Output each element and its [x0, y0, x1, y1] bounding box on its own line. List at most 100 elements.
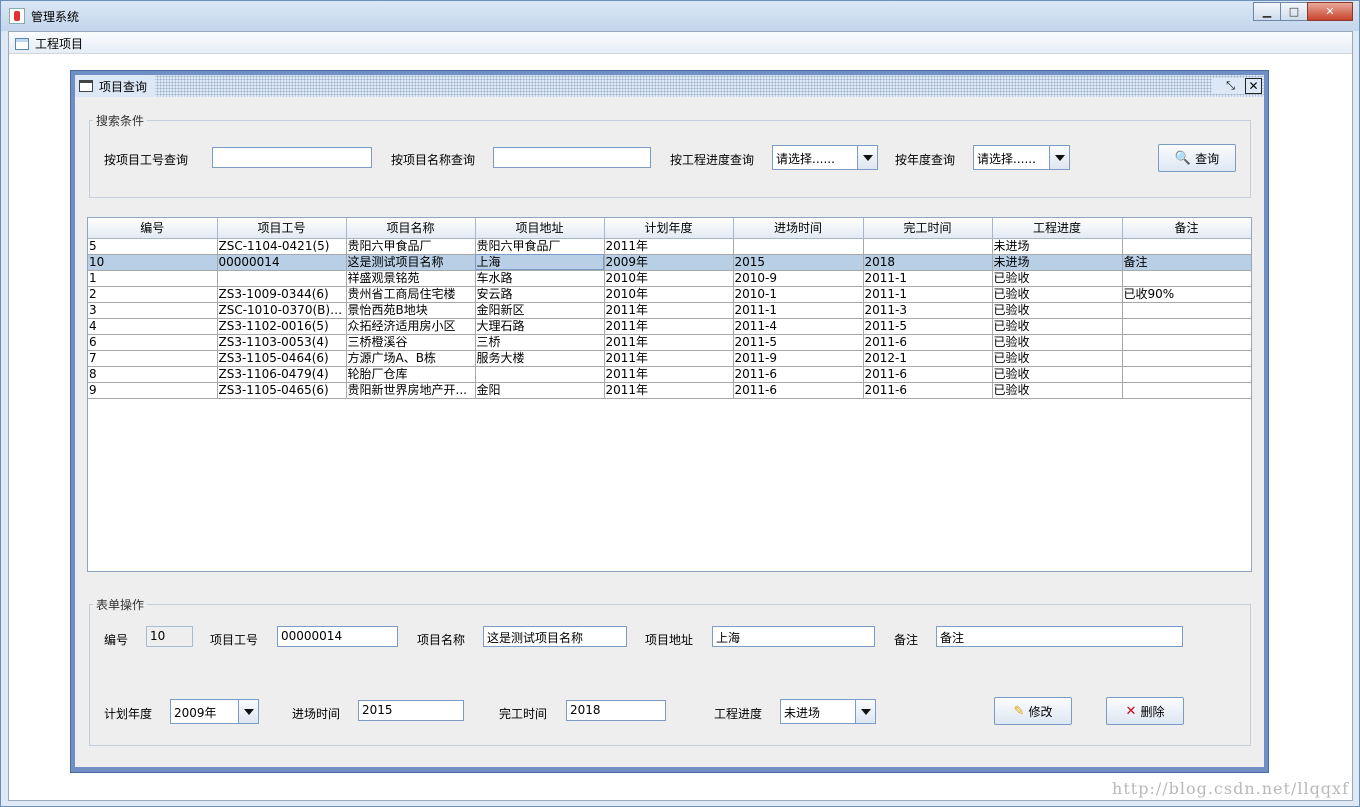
table-cell[interactable]: 已验收 [992, 366, 1123, 383]
table-cell[interactable]: 2015 [733, 254, 864, 271]
table-cell[interactable]: 已验收 [992, 318, 1123, 335]
table-cell[interactable]: 祥盛观景铭苑 [346, 270, 476, 287]
table-cell[interactable]: 2011-6 [733, 366, 864, 383]
column-header[interactable]: 备注 [1122, 218, 1251, 239]
table-cell[interactable]: ZS3-1105-0464(6) [217, 350, 347, 367]
table-cell[interactable] [1122, 382, 1251, 399]
table-cell[interactable]: 未进场 [992, 254, 1123, 271]
table-cell[interactable]: ZSC-1010-0370(B)(5... [217, 302, 347, 319]
close-icon[interactable]: ✕ [1307, 2, 1353, 21]
table-cell[interactable]: 2011年 [604, 334, 734, 351]
table-cell[interactable]: 轮胎厂仓库 [346, 366, 476, 383]
table-cell[interactable] [1122, 334, 1251, 351]
table-cell[interactable]: 车水路 [475, 270, 605, 287]
table-cell[interactable]: 7 [88, 350, 218, 367]
table-cell[interactable] [475, 366, 605, 383]
column-header[interactable]: 编号 [88, 218, 218, 239]
table-cell[interactable]: 2011-6 [863, 382, 993, 399]
table-cell[interactable]: 2011-6 [863, 334, 993, 351]
table-cell[interactable]: 金阳 [475, 382, 605, 399]
table-row[interactable]: 4 ZS3-1102-0016(5) 众拓经济适用房小区 大理石路 2011年 2011-… [88, 318, 1251, 335]
table-row[interactable]: 1 祥盛观景铭苑 车水路 2010年 2010-9 2011-1 已验收 [88, 270, 1251, 287]
table-cell[interactable] [1122, 350, 1251, 367]
table-cell[interactable]: 2010-9 [733, 270, 864, 287]
table-cell[interactable]: 2011-1 [863, 270, 993, 287]
table-cell[interactable]: 1 [88, 270, 218, 287]
table-cell[interactable]: 未进场 [992, 238, 1123, 255]
table-cell[interactable]: 8 [88, 366, 218, 383]
chevron-down-icon[interactable] [855, 700, 875, 723]
form-year-select[interactable]: 2009年 [170, 699, 259, 724]
form-remark-input[interactable]: 备注 [936, 626, 1183, 647]
edit-button[interactable]: ✎ 修改 [994, 697, 1072, 725]
search-progress-select[interactable]: 请选择...... [772, 145, 878, 170]
table-cell[interactable]: 2010年 [604, 286, 734, 303]
table-cell[interactable]: 6 [88, 334, 218, 351]
table-cell[interactable]: 备注 [1122, 254, 1251, 271]
table-row[interactable]: 5 ZSC-1104-0421(5) 贵阳六甲食品厂 贵阳六甲食品厂 2011年 未进场 [88, 238, 1251, 255]
table-cell[interactable] [1122, 366, 1251, 383]
table-cell[interactable]: 2010年 [604, 270, 734, 287]
table-cell[interactable]: 2009年 [604, 254, 734, 271]
column-header[interactable]: 进场时间 [733, 218, 864, 239]
form-name-input[interactable]: 这是测试项目名称 [483, 626, 627, 647]
table-row[interactable]: 8 ZS3-1106-0479(4) 轮胎厂仓库 2011年 2011-6 2011-6 已… [88, 366, 1251, 383]
table-cell[interactable]: 已验收 [992, 334, 1123, 351]
maximize-icon[interactable]: □ [1280, 2, 1308, 21]
menu-item-project[interactable]: 工程项目 [15, 35, 83, 52]
table-cell[interactable] [1122, 302, 1251, 319]
table-cell[interactable]: ZS3-1105-0465(6) [217, 382, 347, 399]
table-cell[interactable] [217, 270, 347, 287]
table-row[interactable]: 10 00000014 这是测试项目名称 上海 2009年 2015 2018 未进场 备注 [88, 254, 1251, 271]
table-cell[interactable]: 上海 [475, 254, 605, 271]
table-cell[interactable] [733, 238, 864, 255]
table-cell[interactable]: 已验收 [992, 302, 1123, 319]
table-cell[interactable]: 5 [88, 238, 218, 255]
project-table[interactable]: 编号 项目工号 项目名称 项目地址 计划年度 进场时间 完工时间 工程进度 备注 5 ZSC-11… [87, 217, 1252, 572]
column-header[interactable]: 项目名称 [346, 218, 476, 239]
table-cell[interactable]: 2011年 [604, 302, 734, 319]
table-cell[interactable]: 方源广场A、B栋 [346, 350, 476, 367]
table-row[interactable]: 3 ZSC-1010-0370(B)(5... 景怡西苑B地块 金阳新区 2011年 20… [88, 302, 1251, 319]
form-address-input[interactable]: 上海 [712, 626, 875, 647]
table-cell[interactable]: 金阳新区 [475, 302, 605, 319]
table-cell[interactable]: 三桥 [475, 334, 605, 351]
table-cell[interactable]: ZSC-1104-0421(5) [217, 238, 347, 255]
table-cell[interactable]: ZS3-1106-0479(4) [217, 366, 347, 383]
table-row[interactable]: 2 ZS3-1009-0344(6) 贵州省工商局住宅楼 安云路 2010年 2010-1… [88, 286, 1251, 303]
table-cell[interactable]: 服务大楼 [475, 350, 605, 367]
table-cell[interactable]: 已验收 [992, 286, 1123, 303]
window-titlebar[interactable]: 管理系统 ▁ □ ✕ [1, 1, 1359, 31]
table-cell[interactable]: 2011-5 [863, 318, 993, 335]
table-cell[interactable]: 2011-9 [733, 350, 864, 367]
search-year-select[interactable]: 请选择...... [973, 145, 1070, 170]
table-cell[interactable]: 贵州省工商局住宅楼 [346, 286, 476, 303]
table-cell[interactable]: 三桥橙溪谷 [346, 334, 476, 351]
search-name-input[interactable] [493, 147, 651, 168]
table-row[interactable]: 6 ZS3-1103-0053(4) 三桥橙溪谷 三桥 2011年 2011-5 2011-… [88, 334, 1251, 351]
table-cell[interactable]: 安云路 [475, 286, 605, 303]
column-header[interactable]: 项目工号 [217, 218, 347, 239]
table-cell[interactable]: 贵阳六甲食品厂 [346, 238, 476, 255]
column-header[interactable]: 完工时间 [863, 218, 993, 239]
table-cell[interactable]: 2011年 [604, 350, 734, 367]
table-cell[interactable]: 2011-6 [733, 382, 864, 399]
table-cell[interactable]: 2011-6 [863, 366, 993, 383]
chevron-down-icon[interactable] [857, 146, 877, 169]
table-cell[interactable]: ZS3-1103-0053(4) [217, 334, 347, 351]
table-cell[interactable]: ZS3-1009-0344(6) [217, 286, 347, 303]
table-cell[interactable] [1122, 318, 1251, 335]
table-cell[interactable] [1122, 270, 1251, 287]
form-progress-select[interactable]: 未进场 [780, 699, 876, 724]
frame-close-icon[interactable]: ✕ [1245, 78, 1262, 94]
search-button[interactable]: 🔍 查询 [1158, 144, 1236, 172]
chevron-down-icon[interactable] [238, 700, 258, 723]
table-cell[interactable]: 2011-4 [733, 318, 864, 335]
column-header[interactable]: 项目地址 [475, 218, 605, 239]
restore-icon[interactable]: ⤡ [1222, 78, 1239, 94]
table-cell[interactable]: 2011年 [604, 382, 734, 399]
table-row[interactable]: 9 ZS3-1105-0465(6) 贵阳新世界房地产开... 金阳 2011年 2011… [88, 382, 1251, 399]
table-cell[interactable]: ZS3-1102-0016(5) [217, 318, 347, 335]
table-row[interactable]: 7 ZS3-1105-0464(6) 方源广场A、B栋 服务大楼 2011年 2011-9… [88, 350, 1251, 367]
table-cell[interactable]: 这是测试项目名称 [346, 254, 476, 271]
